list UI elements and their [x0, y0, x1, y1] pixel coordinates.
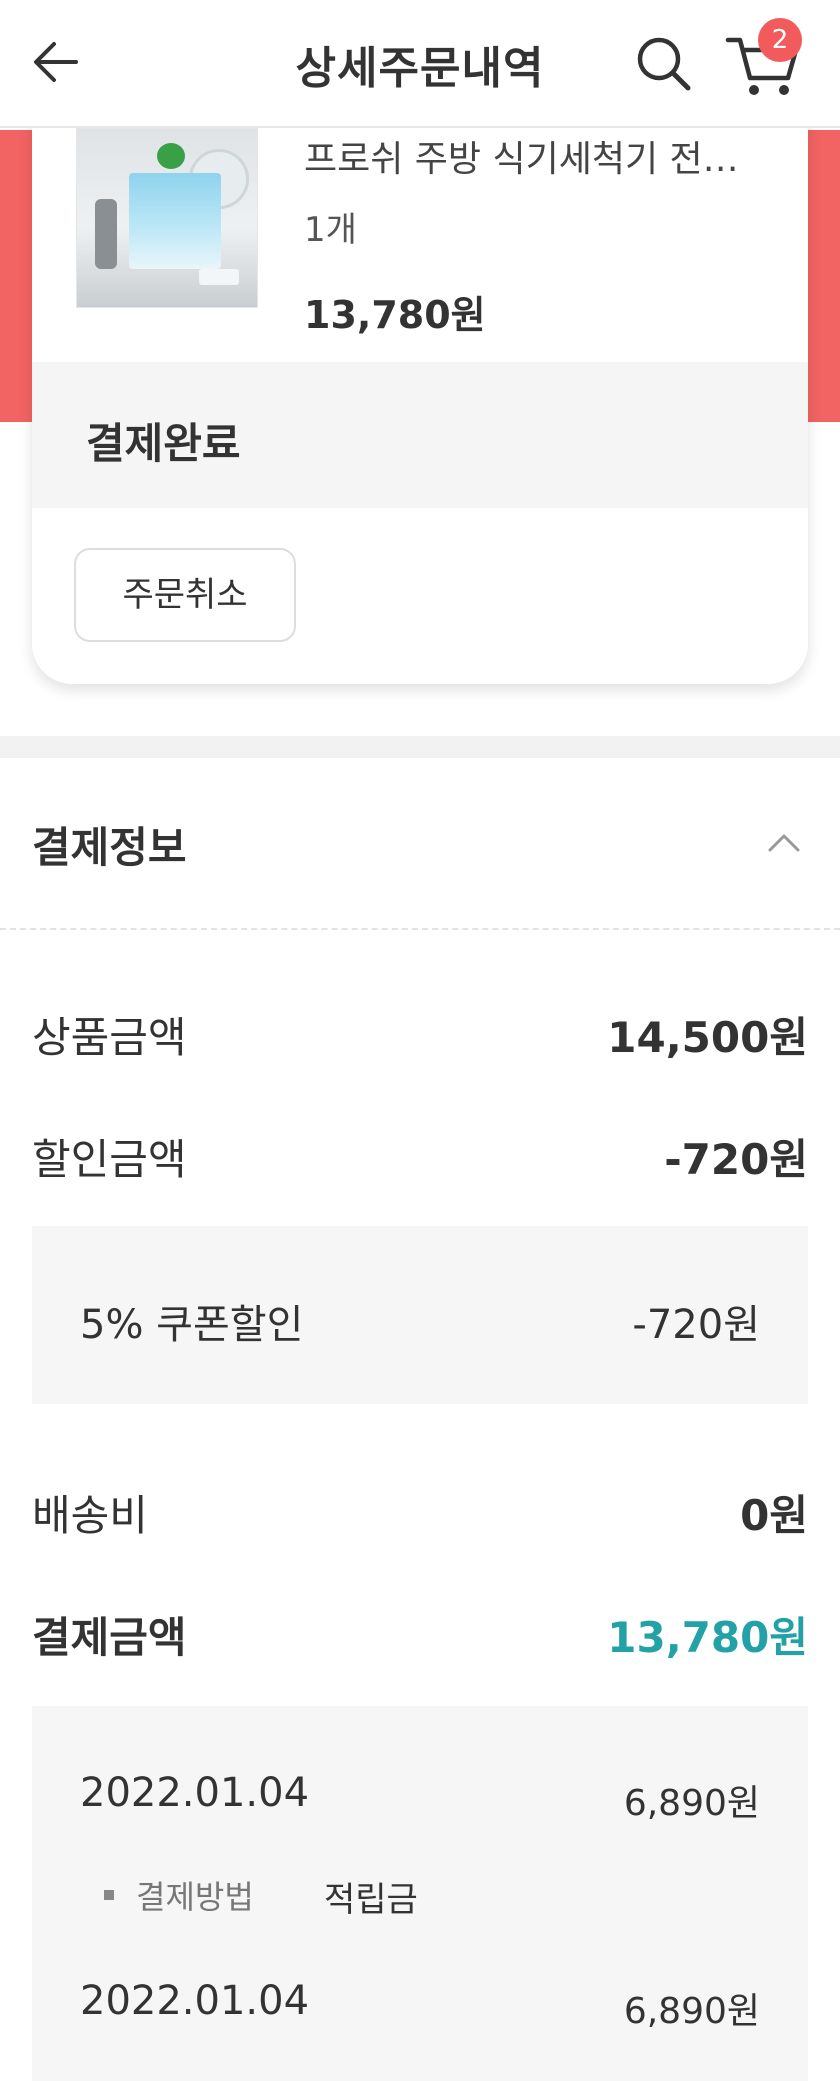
payment-method-value: 적립금 [324, 1880, 418, 1920]
chevron-up-icon [768, 834, 800, 852]
product-image-bottle [95, 199, 117, 269]
section-divider [0, 736, 840, 758]
collapse-button[interactable] [764, 828, 804, 858]
payment-history-box: 2022.01.04 6,890원 결제방법 적립금 2022.01.04 6,… [32, 1706, 808, 2081]
product-price: 13,780원 [304, 293, 486, 337]
order-status: 결제완료 [86, 419, 241, 468]
product-image-box [129, 173, 221, 269]
shipping-fee-value: 0원 [740, 1491, 808, 1540]
payment-amount: 6,890원 [623, 1783, 760, 1824]
search-button[interactable] [632, 32, 696, 96]
total-payment-label: 결제금액 [32, 1613, 187, 1662]
payment-method-label: 결제방법 [104, 1872, 254, 1918]
coupon-discount-value: -720원 [632, 1302, 760, 1348]
total-payment-row: 결제금액 13,780원 [32, 1604, 808, 1664]
product-quantity: 1개 [304, 210, 357, 250]
shipping-fee-label: 배송비 [32, 1491, 148, 1540]
product-image-tablets [199, 269, 239, 285]
dashed-divider [0, 928, 840, 930]
product-amount-label: 상품금액 [32, 1013, 187, 1062]
order-card: 프로쉬 주방 식기세척기 전… 1개 13,780원 결제완료 주문취소 [32, 100, 808, 684]
bullet-icon [104, 1890, 114, 1900]
discount-amount-label: 할인금액 [32, 1135, 187, 1184]
discount-detail-box: 5% 쿠폰할인 -720원 [32, 1226, 808, 1404]
payment-method-label-text: 결제방법 [136, 1878, 254, 1916]
payment-amount: 6,890원 [623, 1991, 760, 2032]
top-app-bar: 상세주문내역 2 [0, 0, 840, 128]
discount-amount-value: -720원 [664, 1135, 808, 1184]
payment-date: 2022.01.04 [80, 1770, 310, 1816]
search-icon [637, 37, 691, 91]
cancel-order-button[interactable]: 주문취소 [74, 548, 296, 642]
order-status-bar: 결제완료 [32, 362, 808, 508]
shipping-fee-row: 배송비 0원 [32, 1482, 808, 1542]
product-name[interactable]: 프로쉬 주방 식기세척기 전… [304, 130, 784, 182]
payment-info-title: 결제정보 [32, 823, 187, 872]
product-amount-row: 상품금액 14,500원 [32, 1004, 808, 1064]
coupon-discount-label: 5% 쿠폰할인 [80, 1302, 304, 1348]
cart-count-badge: 2 [758, 18, 802, 62]
total-payment-value: 13,780원 [607, 1613, 808, 1662]
frog-logo-icon [157, 143, 185, 169]
payment-date: 2022.01.04 [80, 1978, 310, 2024]
payment-info-header[interactable]: 결제정보 [0, 758, 840, 930]
product-amount-value: 14,500원 [607, 1013, 808, 1062]
discount-amount-row: 할인금액 -720원 [32, 1126, 808, 1186]
product-image[interactable] [76, 128, 258, 308]
page-title: 상세주문내역 [295, 43, 545, 94]
